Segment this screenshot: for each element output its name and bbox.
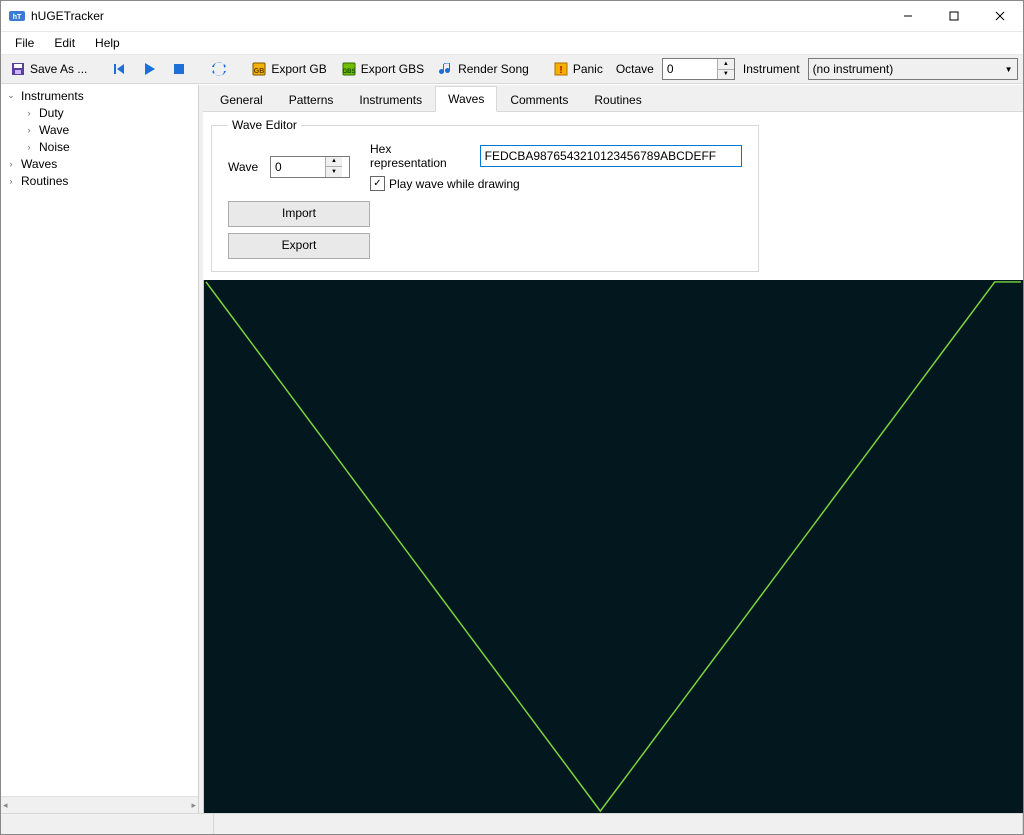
chevron-right-icon: ›: [5, 159, 17, 169]
tree-label: Routines: [21, 174, 68, 188]
tab-general[interactable]: General: [207, 87, 276, 112]
tabpage-waves: Wave Editor Wave ▲ ▼: [203, 112, 1023, 813]
tab-waves[interactable]: Waves: [435, 86, 497, 112]
save-as-button[interactable]: Save As ...: [5, 57, 92, 81]
status-pane-1: [1, 814, 214, 834]
chevron-down-icon: ▼: [1005, 65, 1013, 74]
render-song-label: Render Song: [458, 62, 529, 76]
octave-spin: ▲ ▼: [662, 58, 735, 80]
tabstrip: General Patterns Instruments Waves Comme…: [203, 85, 1023, 112]
app-icon: hT: [9, 8, 25, 24]
svg-text:hT: hT: [13, 14, 22, 21]
wave-down-button[interactable]: ▼: [326, 167, 342, 177]
render-song-button[interactable]: Render Song: [433, 57, 534, 81]
octave-label: Octave: [612, 62, 658, 76]
scroll-left-icon: ◂: [3, 800, 8, 811]
wave-up-button[interactable]: ▲: [326, 157, 342, 168]
play-while-drawing-label: Play wave while drawing: [389, 177, 520, 191]
export-gbs-button[interactable]: GBS Export GBS: [336, 57, 429, 81]
menu-file[interactable]: File: [7, 34, 42, 52]
octave-down-button[interactable]: ▼: [718, 70, 734, 80]
export-button[interactable]: Export: [228, 233, 370, 259]
titlebar: hT hUGETracker: [1, 1, 1023, 32]
chevron-right-icon: ›: [5, 176, 17, 186]
wave-number-label: Wave: [228, 160, 270, 174]
export-gb-button[interactable]: GB Export GB: [246, 57, 331, 81]
wave-editor-group: Wave Editor Wave ▲ ▼: [211, 118, 759, 272]
chevron-right-icon: ›: [23, 125, 35, 135]
stop-icon: [171, 61, 187, 77]
main-body: ⌄ Instruments › Duty › Wave › Noise ›: [1, 84, 1023, 813]
tree-routines[interactable]: › Routines: [5, 172, 194, 189]
panic-button[interactable]: ! Panic: [548, 57, 608, 81]
checkbox-icon: ✓: [370, 176, 385, 191]
wave-number-spin: ▲ ▼: [270, 156, 350, 178]
tree: ⌄ Instruments › Duty › Wave › Noise ›: [1, 85, 198, 796]
export-gbs-label: Export GBS: [361, 62, 424, 76]
menu-edit[interactable]: Edit: [46, 34, 83, 52]
tree-label: Instruments: [21, 89, 84, 103]
floppy-icon: [10, 61, 26, 77]
chevron-right-icon: ›: [23, 108, 35, 118]
tree-noise[interactable]: › Noise: [5, 138, 194, 155]
instrument-combo[interactable]: (no instrument) ▼: [808, 58, 1018, 80]
tree-duty[interactable]: › Duty: [5, 104, 194, 121]
tree-instruments[interactable]: ⌄ Instruments: [5, 87, 194, 104]
gbs-icon: GBS: [341, 61, 357, 77]
sidebar-scrollbar[interactable]: ◂ ▸: [1, 796, 198, 813]
export-gb-label: Export GB: [271, 62, 326, 76]
instrument-label: Instrument: [739, 62, 804, 76]
panic-label: Panic: [573, 62, 603, 76]
tree-label: Duty: [39, 106, 64, 120]
svg-text:!: !: [559, 65, 562, 76]
tab-comments[interactable]: Comments: [497, 87, 581, 112]
tree-label: Waves: [21, 157, 57, 171]
sidebar: ⌄ Instruments › Duty › Wave › Noise ›: [1, 85, 199, 813]
panic-icon: !: [553, 61, 569, 77]
repeat-button[interactable]: [206, 57, 232, 81]
close-button[interactable]: [977, 1, 1023, 31]
octave-input[interactable]: [663, 59, 717, 79]
instrument-value: (no instrument): [813, 62, 894, 76]
music-note-icon: [438, 61, 454, 77]
save-as-label: Save As ...: [30, 62, 87, 76]
statusbar: [1, 813, 1023, 834]
hex-input[interactable]: [480, 145, 742, 167]
app-window: hT hUGETracker File Edit Help Save As ..…: [0, 0, 1024, 835]
import-button[interactable]: Import: [228, 201, 370, 227]
hex-label: Hex representation: [370, 142, 468, 170]
tab-instruments[interactable]: Instruments: [346, 87, 435, 112]
wave-canvas[interactable]: [203, 280, 1023, 813]
wave-editor-legend: Wave Editor: [228, 118, 301, 132]
minimize-button[interactable]: [885, 1, 931, 31]
menu-help[interactable]: Help: [87, 34, 128, 52]
octave-up-button[interactable]: ▲: [718, 59, 734, 70]
tab-routines[interactable]: Routines: [581, 87, 654, 112]
tree-waves[interactable]: › Waves: [5, 155, 194, 172]
scroll-right-icon: ▸: [191, 800, 196, 811]
gb-cart-icon: GB: [251, 61, 267, 77]
chevron-down-icon: ⌄: [5, 90, 17, 101]
menubar: File Edit Help: [1, 32, 1023, 55]
play-while-drawing-checkbox[interactable]: ✓ Play wave while drawing: [370, 176, 742, 191]
content-area: General Patterns Instruments Waves Comme…: [203, 85, 1023, 813]
status-pane-2: [214, 814, 1023, 834]
play-icon: [141, 61, 157, 77]
stop-button[interactable]: [166, 57, 192, 81]
tree-wave[interactable]: › Wave: [5, 121, 194, 138]
tab-patterns[interactable]: Patterns: [276, 87, 347, 112]
repeat-icon: [211, 61, 227, 77]
toolbar: Save As ... GB: [1, 55, 1023, 84]
play-button[interactable]: [136, 57, 162, 81]
svg-text:GB: GB: [254, 68, 265, 75]
maximize-button[interactable]: [931, 1, 977, 31]
tree-label: Wave: [39, 123, 69, 137]
rewind-button[interactable]: [106, 57, 132, 81]
app-title: hUGETracker: [31, 9, 885, 23]
tree-label: Noise: [39, 140, 70, 154]
chevron-right-icon: ›: [23, 142, 35, 152]
svg-text:GBS: GBS: [342, 69, 355, 75]
skip-start-icon: [111, 61, 127, 77]
wave-number-input[interactable]: [271, 157, 325, 177]
